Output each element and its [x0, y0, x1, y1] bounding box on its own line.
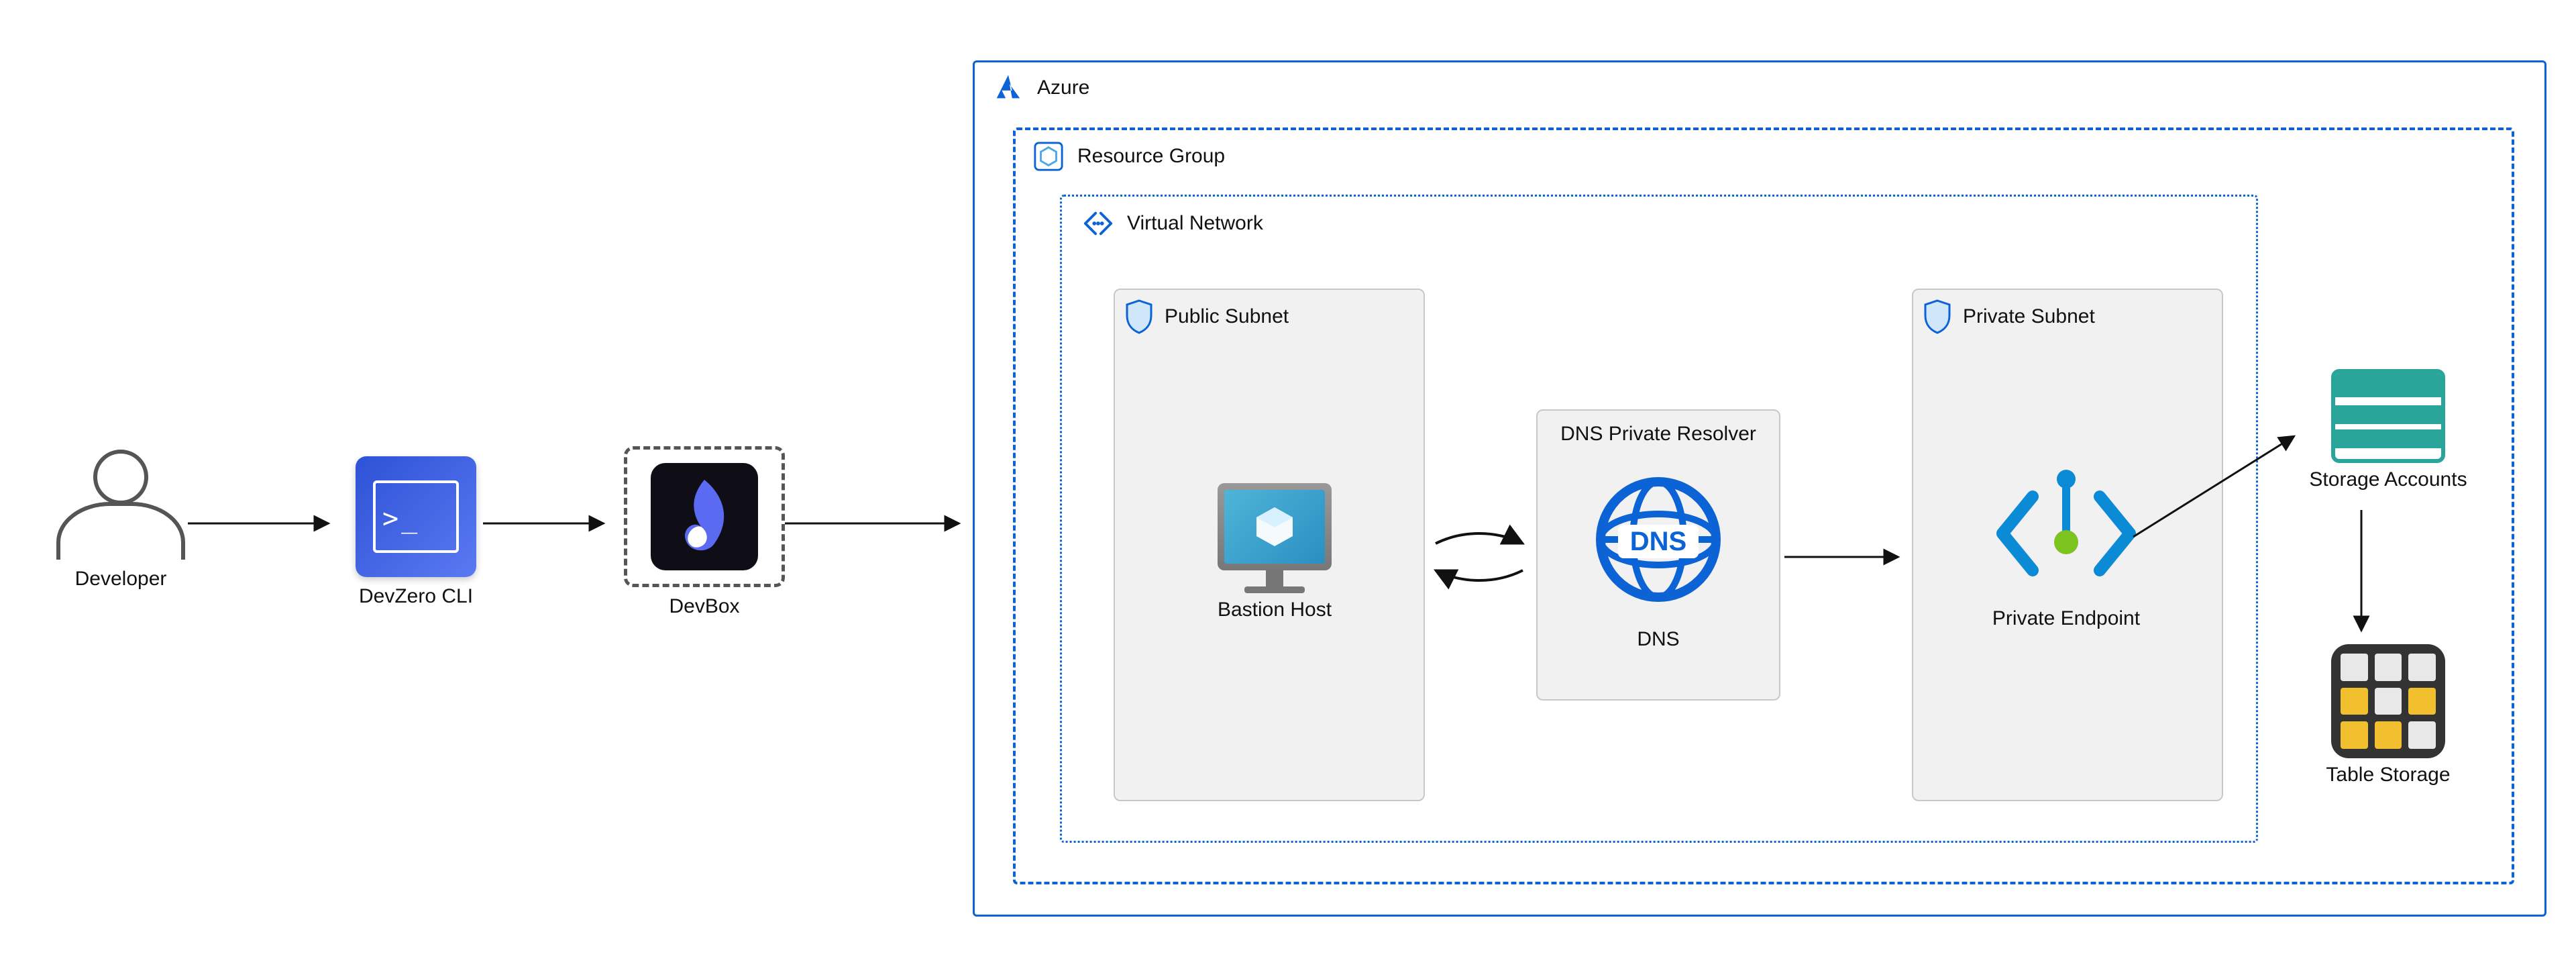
- bastion-host: Bastion Host: [1208, 483, 1342, 621]
- shield-icon: [1923, 299, 1952, 334]
- developer-label: Developer: [40, 568, 201, 590]
- virtual-network-label: Virtual Network: [1127, 212, 1263, 235]
- table-storage-label: Table Storage: [2301, 764, 2475, 786]
- table-storage-icon: [2331, 644, 2445, 758]
- svg-text:DNS: DNS: [1630, 527, 1686, 556]
- public-subnet-label: Public Subnet: [1165, 305, 1289, 328]
- dns-resolver-title: DNS Private Resolver: [1538, 411, 1779, 446]
- user-icon: [40, 450, 201, 560]
- devzero-cli-node: DevZero CLI: [342, 456, 490, 608]
- shield-icon: [1124, 299, 1154, 334]
- bastion-host-label: Bastion Host: [1208, 599, 1342, 621]
- table-storage-node: Table Storage: [2301, 644, 2475, 786]
- arrow-storage-table: [2355, 510, 2368, 637]
- arrow-cli-devbox: [483, 517, 610, 530]
- devbox-label: DevBox: [617, 595, 792, 618]
- resource-group-label: Resource Group: [1077, 145, 1225, 168]
- devzero-cli-label: DevZero CLI: [342, 585, 490, 608]
- dns-resolver-card: DNS Private Resolver DNS DNS: [1536, 409, 1780, 701]
- storage-accounts-icon: [2331, 369, 2445, 463]
- virtual-network-icon: [1083, 208, 1114, 239]
- resource-group-label-row: Resource Group: [1033, 141, 1225, 172]
- arrow-developer-cli: [188, 517, 335, 530]
- devbox-logo-icon: [651, 463, 758, 570]
- resource-group-icon: [1033, 141, 1064, 172]
- azure-label: Azure: [1037, 76, 1089, 99]
- storage-accounts-node: Storage Accounts: [2301, 369, 2475, 491]
- terminal-icon: [356, 456, 476, 577]
- storage-accounts-label: Storage Accounts: [2301, 468, 2475, 491]
- azure-label-row: Azure: [993, 72, 1089, 103]
- monitor-icon: [1208, 483, 1342, 593]
- private-endpoint: Private Endpoint: [1986, 470, 2147, 630]
- developer-node: Developer: [40, 450, 201, 590]
- dns-caption: DNS: [1538, 628, 1779, 651]
- arrow-dns-private-endpoint: [1784, 550, 1905, 564]
- azure-logo-icon: [993, 72, 1024, 103]
- private-subnet-label: Private Subnet: [1963, 305, 2095, 328]
- devbox-node: DevBox: [617, 446, 792, 618]
- arrow-endpoint-storage: [2133, 429, 2301, 564]
- arrow-bastion-dns-bidirectional: [1429, 530, 1529, 584]
- arrow-devbox-azure: [785, 517, 966, 530]
- dns-globe-icon: DNS: [1538, 472, 1779, 612]
- devbox-container: [624, 446, 785, 587]
- diagram-canvas: Developer DevZero CLI DevBox: [0, 0, 2576, 977]
- private-endpoint-icon: [1996, 580, 2137, 601]
- private-endpoint-label: Private Endpoint: [1986, 607, 2147, 630]
- virtual-network-label-row: Virtual Network: [1083, 208, 1263, 239]
